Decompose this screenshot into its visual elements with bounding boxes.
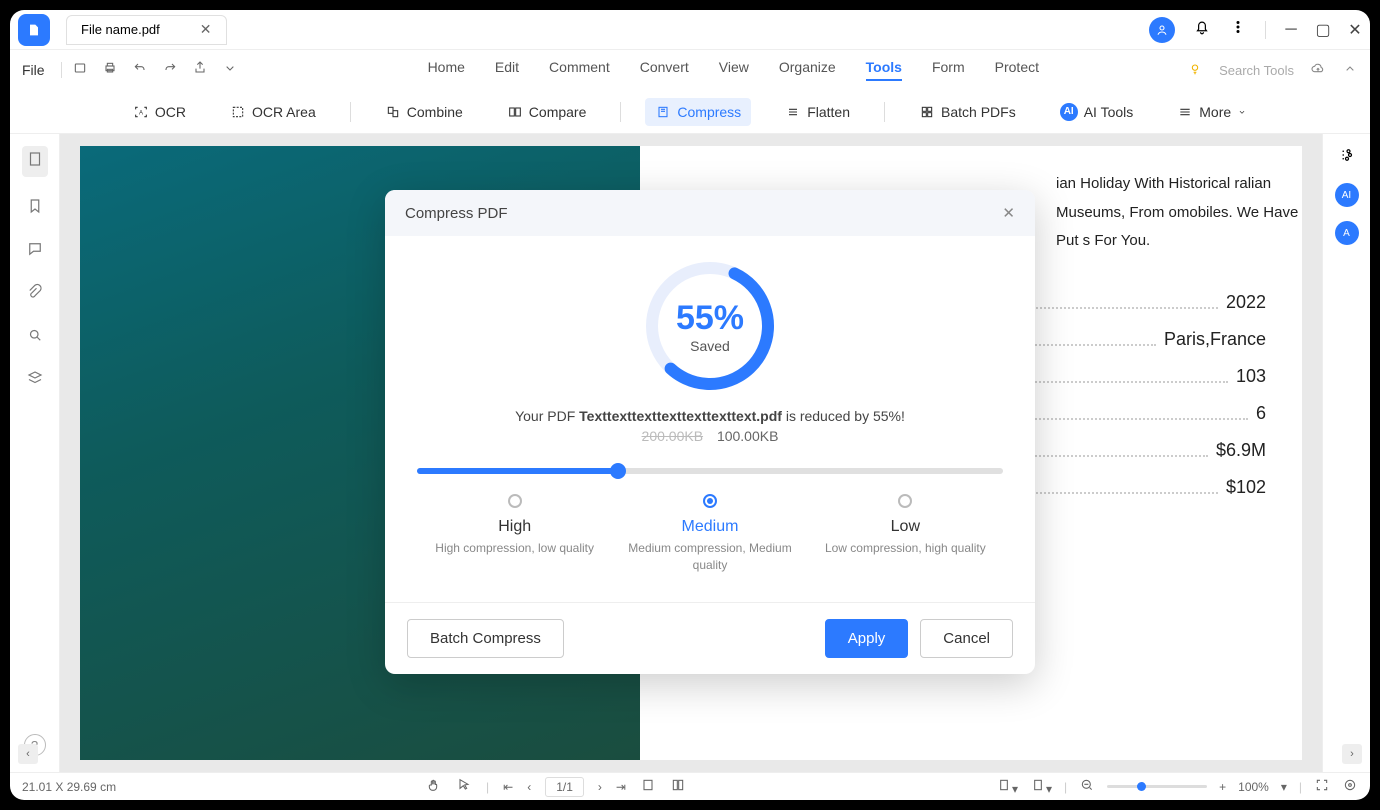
reduction-text: Your PDF Texttexttexttexttexttexttext.pd… — [515, 408, 905, 424]
modal-header: Compress PDF ✕ — [385, 190, 1035, 236]
level-high[interactable]: High High compression, low quality — [417, 494, 612, 574]
apply-button[interactable]: Apply — [825, 619, 909, 658]
app-window: File name.pdf ✕ ─ ▢ ✕ File — [10, 10, 1370, 800]
cancel-button[interactable]: Cancel — [920, 619, 1013, 658]
compression-levels: High High compression, low quality Mediu… — [417, 494, 1003, 574]
radio-icon — [703, 494, 717, 508]
compress-pdf-modal: Compress PDF ✕ 55% Saved Your PDF Textte… — [385, 190, 1035, 674]
radio-icon — [508, 494, 522, 508]
batch-compress-button[interactable]: Batch Compress — [407, 619, 564, 658]
modal-close-icon[interactable]: ✕ — [1002, 204, 1015, 222]
percent-saved: 55% — [676, 299, 744, 338]
level-medium[interactable]: Medium Medium compression, Medium qualit… — [612, 494, 807, 574]
progress-ring: 55% Saved — [640, 256, 780, 396]
new-size: 100.00KB — [717, 428, 779, 444]
radio-icon — [898, 494, 912, 508]
modal-footer: Batch Compress Apply Cancel — [385, 602, 1035, 674]
file-sizes: 200.00KB 100.00KB — [642, 428, 779, 444]
level-low[interactable]: Low Low compression, high quality — [808, 494, 1003, 574]
old-size: 200.00KB — [642, 428, 704, 444]
modal-backdrop: Compress PDF ✕ 55% Saved Your PDF Textte… — [10, 10, 1370, 800]
saved-label: Saved — [690, 338, 730, 354]
modal-title: Compress PDF — [405, 205, 508, 222]
compression-slider[interactable] — [417, 468, 1003, 474]
